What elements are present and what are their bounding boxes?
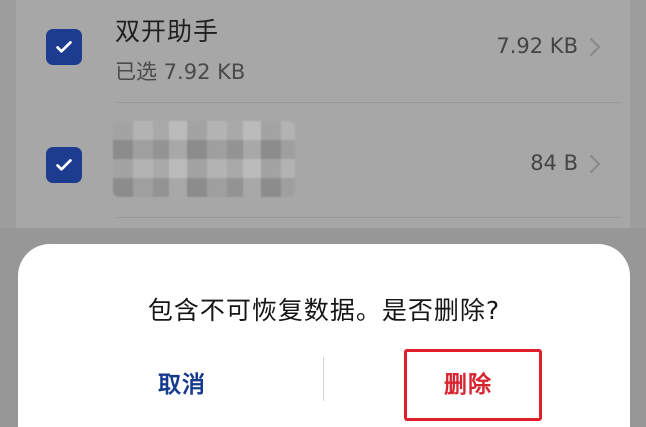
highlight-box	[404, 349, 542, 421]
dialog-message: 包含不可恢复数据。是否删除?	[147, 296, 501, 325]
item-size: 7.92 KB	[496, 34, 578, 58]
row-divider	[115, 102, 622, 103]
button-divider	[323, 357, 324, 401]
checkmark-icon	[56, 159, 72, 171]
checkbox-checked[interactable]	[46, 147, 82, 183]
confirm-dialog: 包含不可恢复数据。是否删除? 取消 删除	[18, 244, 630, 427]
cancel-button[interactable]: 取消	[82, 362, 282, 402]
selected-size-label: 已选 7.92 KB	[115, 60, 246, 84]
chevron-right-icon[interactable]	[588, 153, 602, 175]
list-item[interactable]: 84 B	[16, 104, 630, 218]
checkmark-icon	[56, 41, 72, 53]
checkbox-checked[interactable]	[46, 29, 82, 65]
file-list-card: 双开助手 已选 7.92 KB 7.92 KB 84 B	[16, 0, 630, 260]
item-size: 84 B	[530, 151, 578, 175]
blurred-app-name	[113, 121, 295, 197]
chevron-right-icon[interactable]	[588, 36, 602, 58]
app-name: 双开助手	[115, 17, 220, 46]
row-divider	[115, 217, 622, 218]
screen: 双开助手 已选 7.92 KB 7.92 KB 84 B 包含不可恢复数据。是否…	[0, 0, 646, 427]
list-item[interactable]: 双开助手 已选 7.92 KB 7.92 KB	[16, 0, 630, 103]
